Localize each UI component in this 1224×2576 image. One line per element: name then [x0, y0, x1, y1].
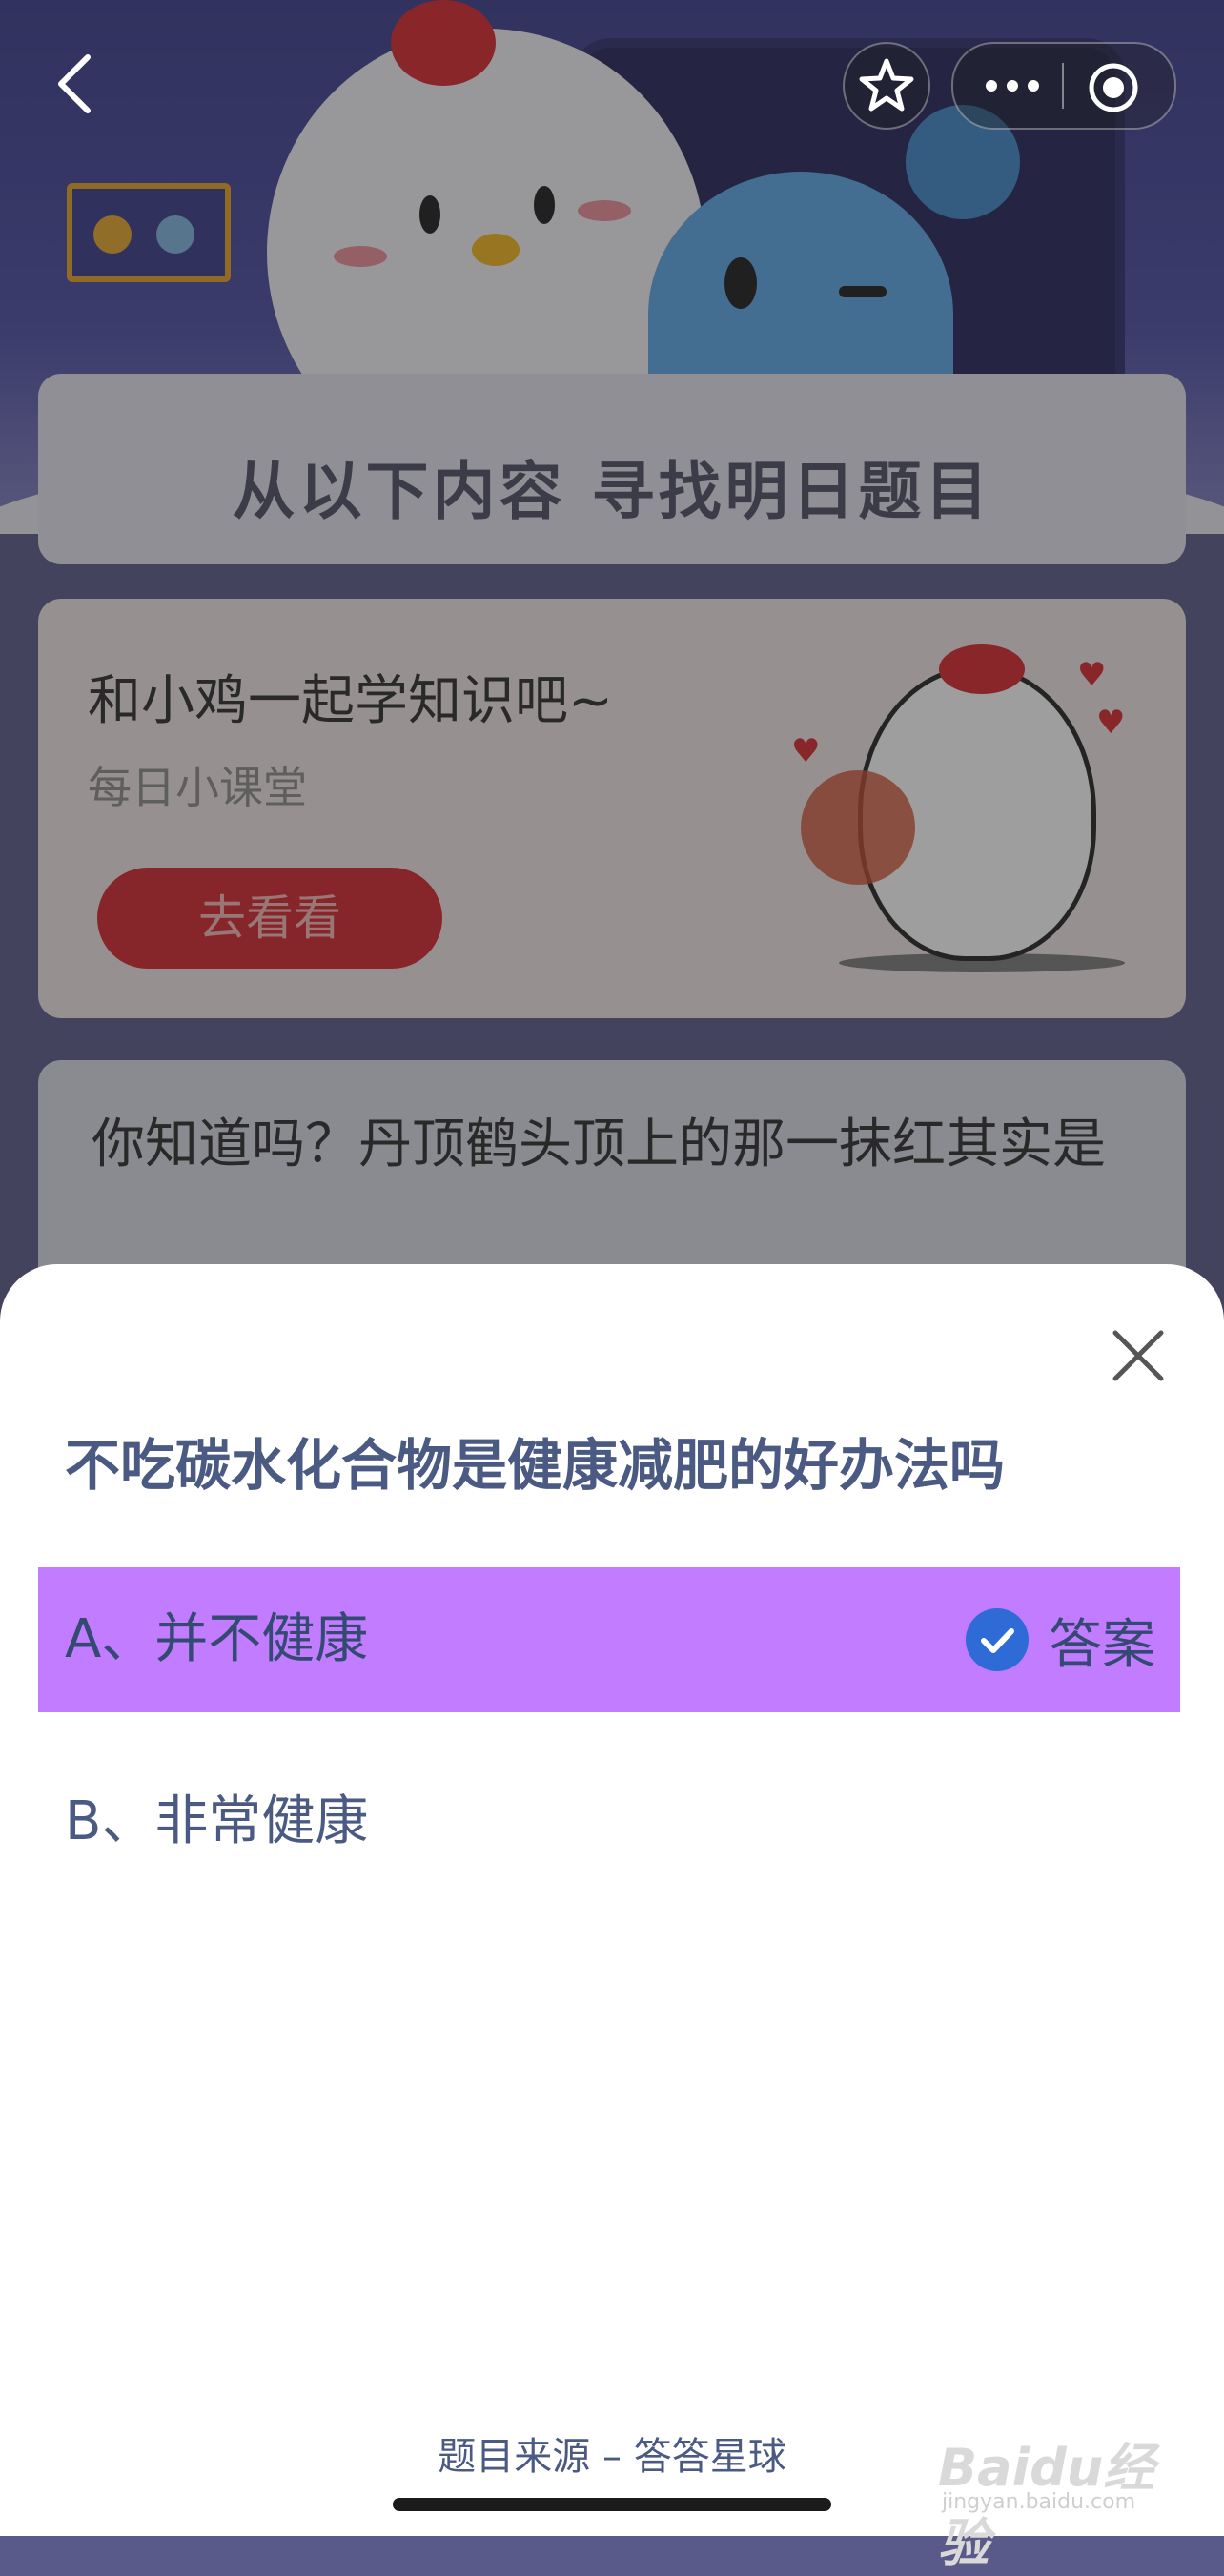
answer-indicator: 答案 [965, 1567, 1155, 1712]
watermark-sub: jingyan.baidu.com [942, 2490, 1136, 2514]
option-a[interactable]: A、并不健康 答案 [38, 1567, 1180, 1712]
favorite-button[interactable] [843, 42, 930, 130]
record-target-icon [1089, 63, 1138, 112]
option-b[interactable]: B、非常健康 [38, 1760, 1180, 1884]
option-b-label: B、非常健康 [65, 1790, 369, 1852]
more-button[interactable] [974, 65, 1051, 107]
option-a-label: A、并不健康 [65, 1608, 369, 1670]
home-indicator[interactable] [393, 2498, 831, 2511]
close-button[interactable] [1108, 1325, 1169, 1386]
miniprogram-capsule [951, 42, 1176, 130]
chevron-left-icon [58, 54, 91, 113]
answer-tag: 答案 [1049, 1613, 1155, 1676]
close-icon [1112, 1330, 1164, 1381]
question-title: 不吃碳水化合物是健康减肥的好办法吗 [65, 1433, 1006, 1498]
baidu-watermark: Baidu经验 jingyan.baidu.com [938, 2425, 1167, 2573]
back-button[interactable] [48, 50, 105, 118]
exit-miniprogram-button[interactable] [1087, 61, 1140, 114]
check-circle-icon [966, 1608, 1029, 1671]
star-icon [859, 58, 914, 112]
capsule-divider [1062, 63, 1064, 109]
more-dots-icon [986, 80, 1039, 92]
question-bottom-sheet: 不吃碳水化合物是健康减肥的好办法吗 A、并不健康 答案 B、非常健康 题目来源 … [0, 1264, 1224, 2573]
